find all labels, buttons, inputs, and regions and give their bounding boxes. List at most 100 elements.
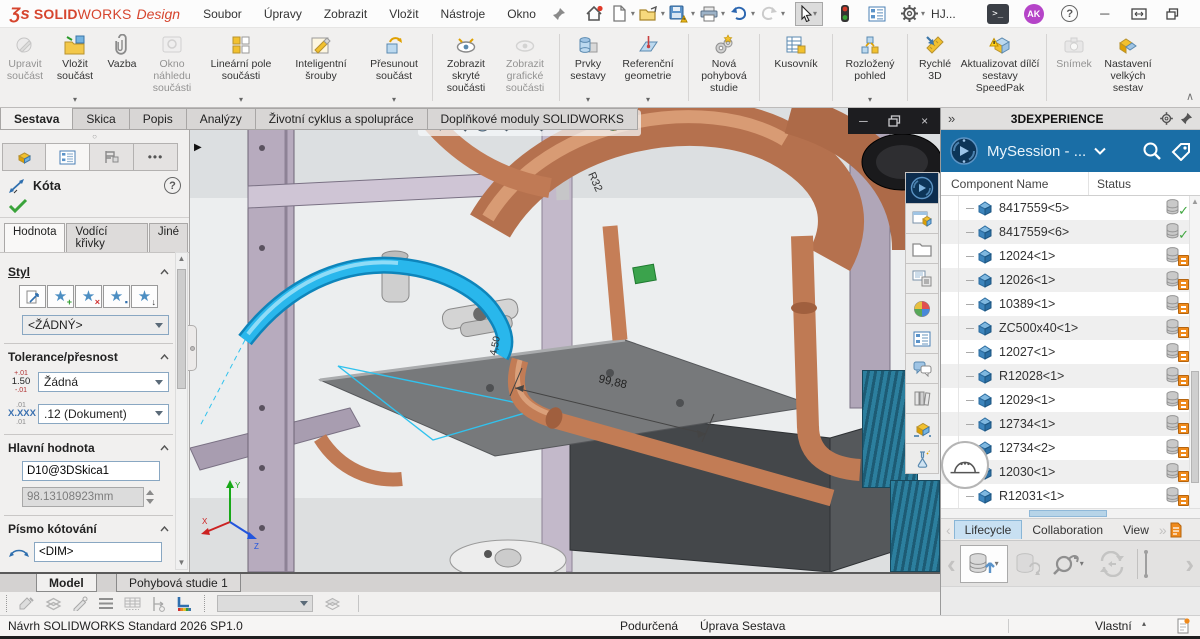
home-button[interactable] bbox=[583, 2, 607, 26]
pm-help-button[interactable]: ? bbox=[164, 177, 181, 194]
ribbon-button-quick-3d[interactable]: Rychlé 3D bbox=[912, 28, 958, 107]
scroll-up-icon[interactable]: ▲ bbox=[1190, 196, 1200, 208]
status-units[interactable]: Vlastní bbox=[1095, 619, 1132, 633]
user-avatar[interactable]: AK bbox=[1022, 2, 1046, 26]
ribbon-button-show-hidden[interactable]: Zobrazit skryté součásti bbox=[437, 28, 495, 107]
menu-soubor[interactable]: Soubor bbox=[192, 7, 253, 21]
pane-pin-icon[interactable] bbox=[1180, 112, 1193, 125]
ribbon-button-show-graphics[interactable]: Zobrazit grafické součásti bbox=[495, 28, 555, 107]
scroll-up-icon[interactable]: ▲ bbox=[176, 253, 187, 265]
expand-pane-icon[interactable]: » bbox=[948, 111, 955, 126]
add-style-button[interactable]: ★+ bbox=[47, 285, 74, 308]
dimension-value-input[interactable] bbox=[22, 487, 144, 507]
save-to-platform-button[interactable]: ▾ bbox=[960, 545, 1008, 583]
doc-close-button[interactable]: × bbox=[909, 108, 940, 134]
spin-down-icon[interactable] bbox=[146, 499, 154, 504]
note-icon[interactable] bbox=[18, 596, 35, 611]
dim-font-section-header[interactable]: Písmo kótování bbox=[8, 522, 169, 536]
delete-style-button[interactable]: ★× bbox=[75, 285, 102, 308]
ribbon-button-mate[interactable]: Vazba bbox=[100, 28, 144, 107]
explore-button[interactable]: ▾ bbox=[1046, 545, 1092, 583]
dropdown-arrow-icon[interactable]: ▾ bbox=[661, 9, 665, 18]
save-button[interactable] bbox=[667, 2, 691, 26]
dim-font-input[interactable] bbox=[34, 542, 162, 562]
dropdown-arrow-icon[interactable]: ▾ bbox=[691, 9, 695, 18]
tabs-scroll-left-icon[interactable]: ‹ bbox=[943, 522, 954, 538]
3dexperience-compass-tab[interactable] bbox=[905, 172, 939, 204]
ribbon-button-large-assembly[interactable]: Nastavení velkých sestav bbox=[1097, 28, 1159, 107]
tab-doplnkove-moduly[interactable]: Doplňkové moduly SOLIDWORKS bbox=[428, 108, 638, 130]
feature-tree-tab[interactable] bbox=[2, 143, 46, 171]
property-tab-icon[interactable] bbox=[865, 2, 889, 26]
scroll-thumb[interactable] bbox=[1191, 371, 1199, 483]
dropdown-arrow-icon[interactable]: ▾ bbox=[73, 95, 77, 107]
tab-jine[interactable]: Jiné bbox=[149, 223, 188, 252]
horizontal-scrollbar[interactable] bbox=[941, 508, 1200, 518]
component-row[interactable]: 12024<1> bbox=[941, 244, 1200, 268]
pack-and-go-tab[interactable] bbox=[905, 414, 939, 444]
dropdown-arrow-icon[interactable]: ▾ bbox=[646, 95, 650, 107]
collapse-ribbon-icon[interactable]: ∧ bbox=[1186, 90, 1194, 103]
component-row[interactable]: R12028<1> bbox=[941, 364, 1200, 388]
ribbon-button-snapshot[interactable]: Snímek bbox=[1051, 28, 1097, 107]
component-row[interactable]: 8417559<5> ✓ bbox=[941, 196, 1200, 220]
scroll-thumb[interactable] bbox=[1029, 510, 1107, 517]
column-status[interactable]: Status bbox=[1089, 177, 1131, 191]
tab-view[interactable]: View bbox=[1113, 521, 1159, 539]
restore-button[interactable] bbox=[1156, 1, 1190, 27]
tab-zivotni-cyklus[interactable]: Životní cyklus a spolupráce bbox=[256, 108, 428, 130]
ribbon-button-bom[interactable]: Kusovník bbox=[764, 28, 828, 107]
ribbon-button-assembly-features[interactable]: Prvky sestavy ▾ bbox=[564, 28, 612, 107]
drag-handle-icon[interactable] bbox=[1141, 550, 1151, 578]
ribbon-button-smart-fasteners[interactable]: Inteligentní šrouby bbox=[282, 28, 360, 107]
minimize-button[interactable]: ─ bbox=[1088, 1, 1122, 27]
dropdown-arrow-icon[interactable]: ▾ bbox=[239, 95, 243, 107]
dock-window-button[interactable] bbox=[1122, 1, 1156, 27]
layers-icon[interactable] bbox=[45, 597, 62, 611]
panel-grip[interactable]: ○ bbox=[0, 130, 189, 143]
line-format-icon[interactable] bbox=[98, 597, 114, 610]
precision-dropdown[interactable]: .12 (Dokument) bbox=[38, 404, 169, 424]
column-component-name[interactable]: Component Name bbox=[941, 172, 1089, 195]
property-manager-tab[interactable] bbox=[46, 143, 90, 171]
ribbon-button-new-motion-study[interactable]: Nová pohybová studie bbox=[693, 28, 755, 107]
tab-popis[interactable]: Popis bbox=[130, 108, 187, 130]
session-chevron-icon[interactable] bbox=[1094, 147, 1106, 155]
options-gear-icon[interactable] bbox=[897, 2, 921, 26]
component-row[interactable]: 12026<1> bbox=[941, 268, 1200, 292]
sync-button[interactable] bbox=[1092, 545, 1134, 583]
more-tabs-button[interactable]: ••• bbox=[134, 143, 178, 171]
print-button[interactable] bbox=[697, 2, 721, 26]
menu-upravy[interactable]: Úpravy bbox=[253, 7, 313, 21]
command-console-icon[interactable]: >_ bbox=[986, 2, 1010, 26]
tab-lifecycle[interactable]: Lifecycle bbox=[954, 520, 1023, 539]
file-explorer-tab[interactable] bbox=[905, 264, 939, 294]
redo-button[interactable] bbox=[757, 2, 781, 26]
appearances-tab[interactable] bbox=[905, 294, 939, 324]
main-value-section-header[interactable]: Hlavní hodnota bbox=[8, 441, 169, 455]
status-doc-icon[interactable] bbox=[1176, 618, 1190, 634]
ribbon-button-exploded-view[interactable]: Rozložený pohled ▾ bbox=[837, 28, 903, 107]
units-arrow-icon[interactable]: ▴ bbox=[1142, 619, 1146, 628]
custom-properties-tab[interactable] bbox=[905, 324, 939, 354]
menu-okno[interactable]: Okno bbox=[496, 7, 547, 21]
undo-button[interactable] bbox=[727, 2, 751, 26]
ribbon-button-speedpak[interactable]: Aktualizovat dílčí sestavy SpeedPak bbox=[958, 28, 1042, 107]
dropdown-arrow-icon[interactable]: ▾ bbox=[1080, 559, 1084, 568]
component-row[interactable]: R12031<1> bbox=[941, 484, 1200, 508]
doc-restore-button[interactable] bbox=[879, 108, 910, 134]
style-dropdown[interactable]: <ŽÁDNÝ> bbox=[22, 315, 169, 335]
toolbar-grip[interactable] bbox=[6, 595, 7, 612]
menu-nastroje[interactable]: Nástroje bbox=[430, 7, 497, 21]
layer-properties-icon[interactable] bbox=[324, 597, 341, 611]
forum-tab[interactable] bbox=[905, 354, 939, 384]
close-button[interactable]: × bbox=[1190, 1, 1200, 27]
doc-minimize-button[interactable]: ─ bbox=[848, 108, 879, 134]
pin-menu-icon[interactable] bbox=[547, 2, 571, 26]
dropdown-arrow-icon[interactable]: ▾ bbox=[751, 9, 755, 18]
component-row[interactable]: 12734<1> bbox=[941, 412, 1200, 436]
tab-vodici-krivky[interactable]: Vodící křivky bbox=[66, 223, 147, 252]
ribbon-button-reference-geometry[interactable]: Referenční geometrie ▾ bbox=[612, 28, 684, 107]
dropdown-arrow-icon[interactable]: ▾ bbox=[781, 9, 785, 18]
tab-motion-study[interactable]: Pohybová studie 1 bbox=[116, 574, 241, 592]
